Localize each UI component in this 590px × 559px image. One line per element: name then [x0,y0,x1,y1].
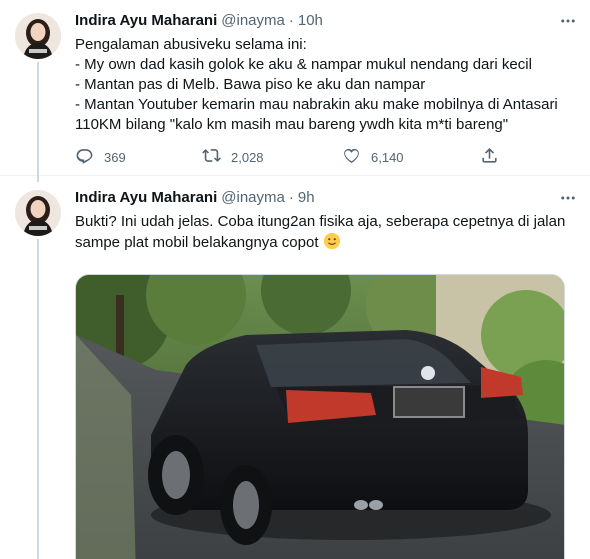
thread-line [37,62,39,182]
tweet[interactable]: Indira Ayu Maharani @inayma · 9h Bukti? … [0,177,590,559]
more-icon[interactable] [558,188,578,208]
author-name[interactable]: Indira Ayu Maharani [75,11,217,31]
reply-count: 369 [104,149,126,165]
tweet-line: 110KM bilang "kalo km masih mau bareng y… [75,116,509,133]
like-button[interactable]: 6,140 [342,146,404,168]
tweet-header: Indira Ayu Maharani @inayma · 10h [75,11,578,31]
slightly-smiling-face-icon [323,232,341,250]
tweet-line: Pengalaman abusiveku selama ini: [75,36,307,53]
tweet-line: - Mantan pas di Melb. Bawa piso ke aku d… [75,76,426,93]
author-handle[interactable]: @inayma [221,11,285,31]
action-bar: 369 2,028 6,140 [75,146,505,168]
author-name[interactable]: Indira Ayu Maharani [75,188,217,208]
separator: · [288,12,294,29]
share-button[interactable] [480,146,499,168]
share-icon [480,146,499,168]
tweet-content: Indira Ayu Maharani @inayma · 9h Bukti? … [75,188,578,559]
tweet-header: Indira Ayu Maharani @inayma · 9h [75,188,578,208]
tweet-text: Pengalaman abusiveku selama ini: - My own… [75,35,578,135]
avatar[interactable] [15,13,61,59]
reply-icon [75,146,94,168]
thread-line [37,239,39,559]
tweet-line: - Mantan Youtuber kemarin mau nabrakin a… [75,96,558,113]
retweet-count: 2,028 [231,149,264,165]
tweet-photo[interactable] [75,274,565,559]
separator: · [288,189,294,206]
tweet[interactable]: Indira Ayu Maharani @inayma · 10h Pengal… [0,0,590,182]
timestamp[interactable]: 9h [298,188,315,208]
more-icon[interactable] [558,11,578,31]
tweet-text: Bukti? Ini udah jelas. Coba itung2an fis… [75,212,578,253]
heart-icon [342,146,361,168]
tweet-line: Bukti? Ini udah jelas. Coba itung2an fis… [75,213,566,230]
retweet-button[interactable]: 2,028 [202,146,264,168]
avatar[interactable] [15,190,61,236]
tweet-line: sampe plat mobil belakangnya copot [75,234,319,251]
tweet-content: Indira Ayu Maharani @inayma · 10h Pengal… [75,11,578,165]
tweet-line: - My own dad kasih golok ke aku & nampar… [75,56,532,73]
reply-button[interactable]: 369 [75,146,126,168]
like-count: 6,140 [371,149,404,165]
timestamp[interactable]: 10h [298,11,323,31]
author-handle[interactable]: @inayma [221,188,285,208]
retweet-icon [202,146,221,168]
